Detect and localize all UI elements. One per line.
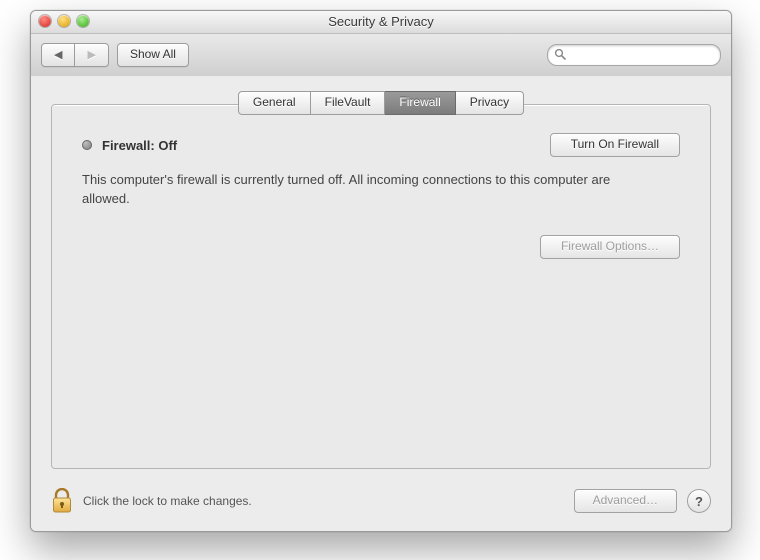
chevron-right-icon: ▶ <box>87 49 95 61</box>
search-icon <box>554 48 566 63</box>
tab-firewall[interactable]: Firewall <box>385 91 455 115</box>
toolbar: ◀ ▶ Show All <box>31 34 731 77</box>
firewall-options-button[interactable]: Firewall Options… <box>540 235 680 259</box>
tab-content: Firewall: Off Turn On Firewall This comp… <box>51 104 711 469</box>
search-field[interactable] <box>547 44 721 66</box>
show-all-button[interactable]: Show All <box>117 43 189 67</box>
lock-message: Click the lock to make changes. <box>83 494 564 508</box>
help-icon: ? <box>695 494 703 509</box>
advanced-button[interactable]: Advanced… <box>574 489 677 513</box>
window-body: General FileVault Firewall Privacy Firew… <box>31 76 731 531</box>
nav-segment: ◀ ▶ <box>41 43 109 67</box>
tab-general[interactable]: General <box>238 91 311 115</box>
lock-icon[interactable] <box>51 488 73 514</box>
tab-filevault[interactable]: FileVault <box>311 91 386 115</box>
help-button[interactable]: ? <box>687 489 711 513</box>
tabs: General FileVault Firewall Privacy <box>31 91 731 117</box>
forward-button[interactable]: ▶ <box>75 43 108 67</box>
firewall-description: This computer's firewall is currently tu… <box>82 171 642 209</box>
search-input[interactable] <box>570 47 729 63</box>
window-controls <box>39 15 89 27</box>
footer: Click the lock to make changes. Advanced… <box>51 483 711 519</box>
minimize-icon[interactable] <box>58 15 70 27</box>
firewall-status: Firewall: Off <box>102 138 177 153</box>
zoom-icon[interactable] <box>77 15 89 27</box>
status-indicator-icon <box>82 140 92 150</box>
close-icon[interactable] <box>39 15 51 27</box>
chevron-left-icon: ◀ <box>54 49 62 61</box>
back-button[interactable]: ◀ <box>41 43 75 67</box>
window-title: Security & Privacy <box>328 14 433 29</box>
prefs-window: Security & Privacy ◀ ▶ Show All General … <box>30 10 732 532</box>
titlebar[interactable]: Security & Privacy <box>31 11 731 34</box>
turn-on-firewall-button[interactable]: Turn On Firewall <box>550 133 680 157</box>
tab-privacy[interactable]: Privacy <box>456 91 524 115</box>
